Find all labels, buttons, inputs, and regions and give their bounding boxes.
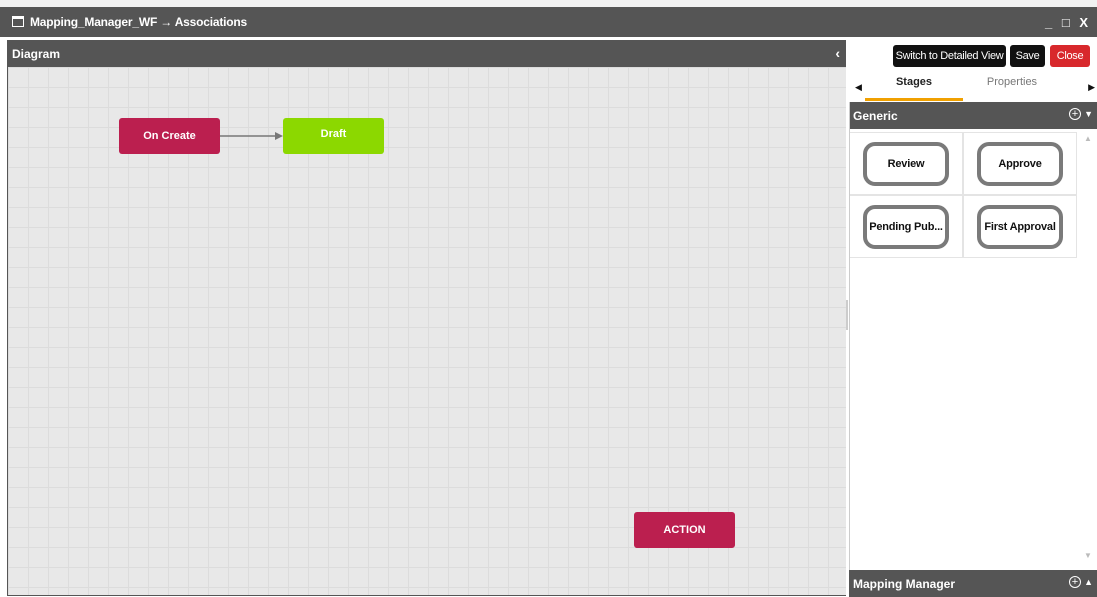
diagram-panel: Diagram ‹ On Create Draft ACTION bbox=[7, 40, 846, 596]
stage-scrollbar[interactable]: ▲ ▼ bbox=[1082, 132, 1094, 562]
stage-cell: Pending Pub... bbox=[849, 195, 963, 258]
window-icon bbox=[12, 16, 24, 27]
group-label: Generic bbox=[853, 109, 898, 123]
panel-splitter[interactable] bbox=[846, 300, 848, 330]
diagram-header: Diagram ‹ bbox=[8, 40, 846, 67]
node-on-create[interactable]: On Create bbox=[119, 118, 220, 154]
group-label: Mapping Manager bbox=[853, 577, 956, 591]
close-button[interactable]: Close bbox=[1050, 45, 1090, 67]
stage-pending-publish[interactable]: Pending Pub... bbox=[863, 204, 949, 249]
node-action[interactable]: ACTION bbox=[634, 512, 735, 548]
add-circle-icon[interactable]: + bbox=[1069, 576, 1081, 588]
window-title: Mapping_Manager_WF → Associations bbox=[30, 15, 247, 29]
chevron-down-icon[interactable]: ▼ bbox=[1084, 109, 1093, 119]
save-button[interactable]: Save bbox=[1010, 45, 1045, 67]
add-circle-icon[interactable]: + bbox=[1069, 108, 1081, 120]
tab-scroll-right-icon[interactable]: ▶ bbox=[1088, 82, 1095, 93]
stage-cell: Review bbox=[849, 132, 963, 195]
stage-cell: Approve bbox=[963, 132, 1077, 195]
window-titlebar: Mapping_Manager_WF → Associations _ □ X bbox=[0, 7, 1097, 37]
tab-stages[interactable]: Stages bbox=[865, 76, 963, 101]
stage-palette: Review Approve Pending Pub... First Appr… bbox=[849, 132, 1078, 258]
stage-first-approval[interactable]: First Approval bbox=[977, 204, 1063, 249]
stages-panel: Switch to Detailed View Save Close ◀ Sta… bbox=[849, 40, 1097, 597]
tab-properties[interactable]: Properties bbox=[963, 76, 1061, 98]
stage-approve[interactable]: Approve bbox=[977, 141, 1063, 186]
node-draft[interactable]: Draft bbox=[283, 118, 384, 154]
chevron-up-icon[interactable]: ▲ bbox=[1084, 577, 1093, 587]
diagram-canvas[interactable]: On Create Draft ACTION bbox=[8, 67, 846, 595]
group-header-mapping-manager[interactable]: Mapping Manager + ▲ bbox=[849, 570, 1097, 597]
window-controls[interactable]: _ □ X bbox=[1045, 15, 1091, 30]
scroll-up-icon[interactable]: ▲ bbox=[1084, 134, 1092, 143]
diagram-title: Diagram bbox=[12, 47, 61, 61]
tab-scroll-left-icon[interactable]: ◀ bbox=[855, 82, 862, 93]
collapse-icon[interactable]: ‹ bbox=[835, 45, 840, 61]
top-strip bbox=[0, 0, 1097, 7]
switch-to-detailed-view-button[interactable]: Switch to Detailed View bbox=[893, 45, 1006, 67]
stage-cell: First Approval bbox=[963, 195, 1077, 258]
scroll-down-icon[interactable]: ▼ bbox=[1084, 551, 1092, 560]
panel-tabs: ◀ Stages Properties ▶ bbox=[849, 74, 1097, 102]
group-header-generic[interactable]: Generic + ▼ bbox=[849, 102, 1097, 129]
stage-review[interactable]: Review bbox=[863, 141, 949, 186]
